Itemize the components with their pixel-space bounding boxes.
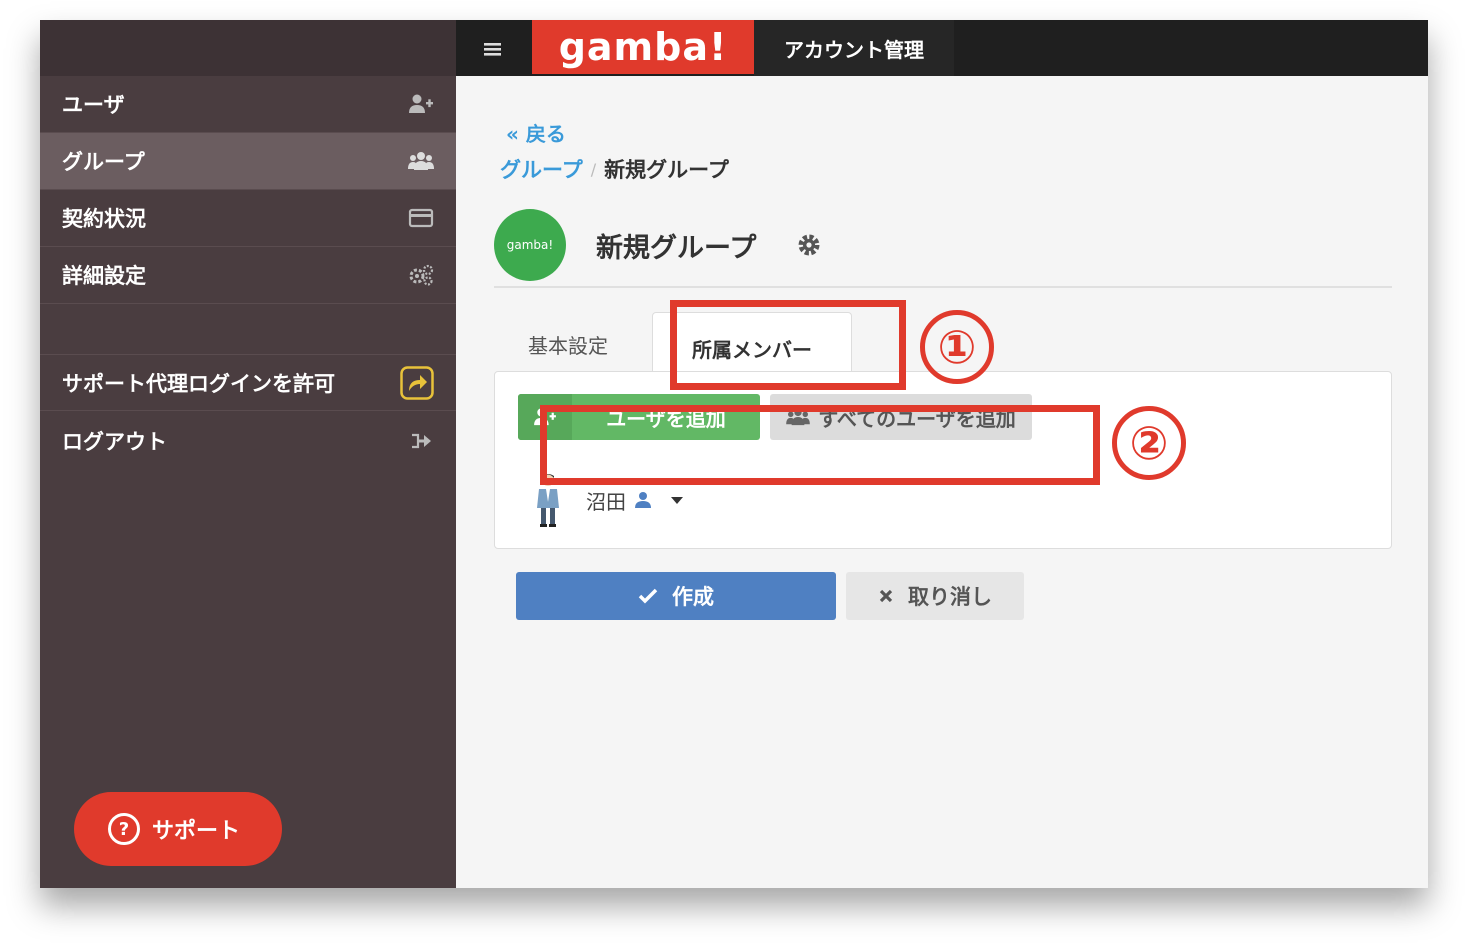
title-divider — [494, 286, 1392, 288]
support-button[interactable]: ? サポート — [74, 792, 282, 866]
share-icon[interactable] — [400, 365, 434, 400]
sidebar-item-label: ユーザ — [62, 93, 125, 117]
sidebar-header — [40, 20, 456, 76]
back-link[interactable]: « 戻る — [506, 118, 566, 147]
page-title: 新規グループ — [596, 233, 757, 264]
breadcrumb: グループ / 新規グループ — [500, 154, 729, 184]
top-bar: gamba! アカウント管理 — [456, 20, 1428, 76]
question-icon: ? — [108, 813, 140, 845]
callout-number-1: ① — [920, 310, 994, 384]
sidebar-item-label: グループ — [62, 150, 145, 174]
gear-icon[interactable] — [796, 232, 822, 258]
sidebar-item-label: 契約状況 — [62, 207, 146, 231]
group-icon — [408, 152, 434, 170]
sidebar-item-settings[interactable]: 詳細設定 — [40, 247, 456, 304]
callout-box-2 — [540, 405, 1100, 485]
hamburger-menu-icon[interactable] — [474, 36, 510, 62]
support-button-label: サポート — [152, 819, 241, 844]
sidebar-item-users[interactable]: ユーザ — [40, 76, 456, 133]
sidebar-item-groups[interactable]: グループ — [40, 133, 456, 190]
account-management-title: アカウント管理 — [754, 20, 954, 76]
sidebar-item-support-login[interactable]: サポート代理ログインを許可 — [40, 354, 456, 411]
tab-basic-settings[interactable]: 基本設定 — [528, 330, 608, 359]
breadcrumb-groups-link[interactable]: グループ — [500, 154, 583, 184]
sidebar-item-logout[interactable]: ログアウト — [40, 412, 456, 469]
sidebar-item-label: ログアウト — [62, 429, 167, 454]
create-button[interactable]: 作成 — [516, 572, 836, 620]
sidebar-item-contract[interactable]: 契約状況 — [40, 190, 456, 247]
cancel-button-label: 取り消し — [908, 585, 992, 609]
sidebar-item-label: 詳細設定 — [62, 264, 146, 288]
sign-out-icon — [412, 433, 431, 448]
user-plus-icon — [409, 94, 433, 113]
group-avatar: gamba! — [494, 209, 566, 281]
member-name: 沼田 — [586, 489, 626, 514]
check-icon — [638, 588, 658, 604]
sidebar: ユーザ グループ 契約状況 詳細設定 サポート代理ログインを許可 ログアウト ?… — [40, 20, 456, 888]
callout-number-2: ② — [1112, 406, 1186, 480]
cancel-button[interactable]: 取り消し — [846, 572, 1024, 620]
brand-logo[interactable]: gamba! — [532, 20, 754, 74]
caret-down-icon[interactable] — [670, 495, 684, 505]
breadcrumb-separator: / — [590, 159, 597, 179]
create-button-label: 作成 — [672, 585, 714, 609]
breadcrumb-current: 新規グループ — [604, 158, 729, 182]
credit-card-icon — [408, 208, 434, 228]
sidebar-item-label: サポート代理ログインを許可 — [62, 371, 335, 396]
gears-icon — [409, 264, 434, 286]
close-icon — [879, 589, 893, 603]
user-role-icon — [635, 492, 651, 508]
callout-box-1 — [670, 300, 906, 390]
main-content: « 戻る グループ / 新規グループ gamba! 新規グループ 基本設定 所属… — [456, 76, 1428, 888]
app-window: ユーザ グループ 契約状況 詳細設定 サポート代理ログインを許可 ログアウト ?… — [40, 20, 1428, 888]
